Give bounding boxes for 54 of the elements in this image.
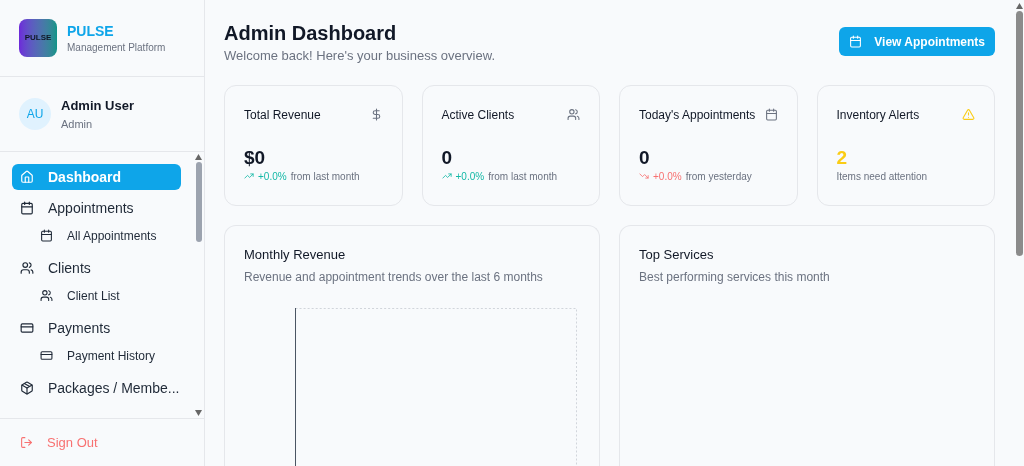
stat-value: 0 <box>639 146 651 169</box>
logo: PULSE <box>19 19 57 57</box>
user-name: Admin User <box>61 97 134 115</box>
stat-change: +0.0% <box>258 169 287 184</box>
trend-up-icon <box>441 171 452 181</box>
stat-note: from last month <box>488 169 558 184</box>
stat-note: from yesterday <box>685 169 752 184</box>
user-role: Admin <box>61 116 94 132</box>
home-icon <box>20 170 34 184</box>
nav-item[interactable]: Clients <box>12 255 181 281</box>
scrollbar[interactable] <box>193 152 204 418</box>
trend-down-icon <box>639 171 649 181</box>
stat-value: $0 <box>244 146 267 169</box>
card-icon <box>20 321 34 335</box>
calendar-icon <box>764 108 778 121</box>
panel-title: Top Services <box>639 245 715 264</box>
warning-icon <box>962 108 975 121</box>
page-subtitle: Welcome back! Here's your business overview. <box>224 47 496 65</box>
nav-subitem[interactable]: All Appointments <box>12 221 181 250</box>
users-icon <box>567 108 580 121</box>
scroll-down-arrow-icon[interactable] <box>195 410 202 416</box>
users-icon <box>20 261 34 275</box>
scroll-up-arrow-icon[interactable] <box>1015 3 1023 9</box>
nav-subitem[interactable]: Client List <box>12 281 181 310</box>
stat-note: from last month <box>290 169 360 184</box>
user-avatar: AU <box>19 98 51 130</box>
stat-change: +0.0% <box>455 169 485 184</box>
package-icon <box>20 381 34 395</box>
nav-item[interactable]: Appointments <box>12 195 181 221</box>
nav-subitem[interactable]: Payment History <box>12 341 181 370</box>
stat-value: 0 <box>441 146 454 169</box>
stat-title: Today's Appointments <box>639 106 756 124</box>
nav-item[interactable]: Packages / Membe... <box>12 375 181 401</box>
logout-icon <box>20 436 33 449</box>
scroll-up-arrow-icon[interactable] <box>195 154 202 160</box>
card-icon <box>40 349 53 362</box>
brand-tagline: Management Platform <box>67 40 166 55</box>
calendar-icon <box>849 35 863 48</box>
panel-subtitle: Best performing services this month <box>639 269 831 286</box>
stat-title: Total Revenue <box>244 106 321 124</box>
calendar-icon <box>40 229 53 242</box>
panel-title: Monthly Revenue <box>244 245 347 264</box>
nav-item[interactable]: Payments <box>12 315 181 341</box>
stat-value: 2 <box>836 146 849 169</box>
brand-name: PULSE <box>67 21 115 40</box>
stat-note: Items need attention <box>836 169 929 184</box>
trend-up-icon <box>244 171 254 181</box>
panel-subtitle: Revenue and appointment trends over the last 6 months <box>244 269 544 286</box>
stat-title: Active Clients <box>441 106 515 124</box>
stat-title: Inventory Alerts <box>836 106 920 124</box>
users-icon <box>40 289 53 302</box>
stat-change: +0.0% <box>653 169 682 184</box>
calendar-icon <box>20 201 34 215</box>
page-title: Admin Dashboard <box>224 21 398 46</box>
